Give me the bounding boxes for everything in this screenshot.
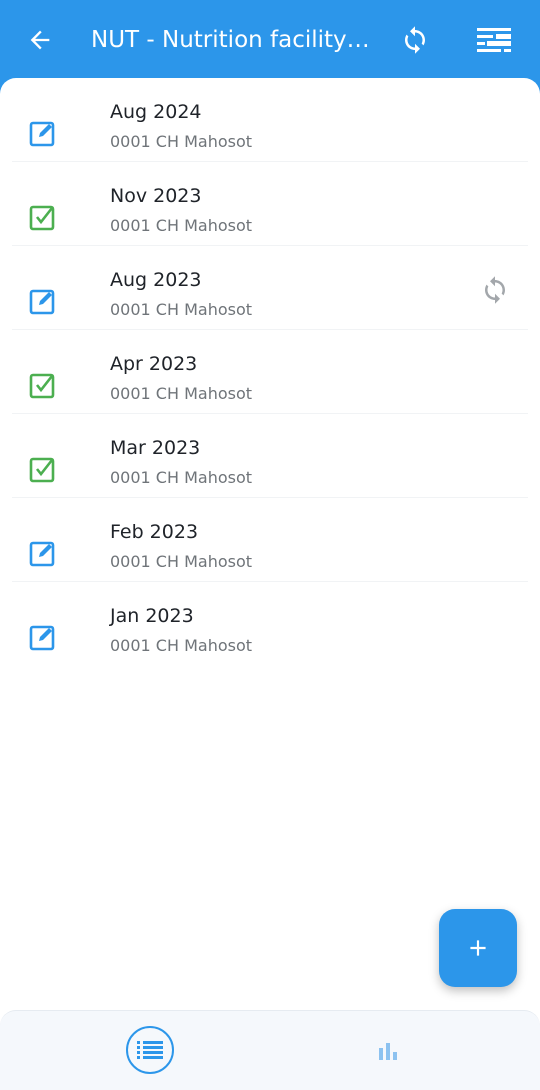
event-org-unit: 0001 CH Mahosot (110, 552, 253, 571)
page-title: NUT - Nutrition facility (... (91, 27, 376, 53)
sync-icon (405, 26, 425, 54)
plus-icon (470, 940, 486, 956)
sync-pending-icon[interactable] (480, 275, 510, 305)
edit-status-icon (29, 289, 55, 315)
edit-status-icon (29, 121, 55, 147)
list-item[interactable]: Aug 2023 0001 CH Mahosot (0, 246, 540, 330)
filter-button[interactable] (466, 12, 522, 68)
tab-list[interactable] (126, 1026, 174, 1074)
list-item[interactable]: Aug 2024 0001 CH Mahosot (0, 78, 540, 162)
event-org-unit: 0001 CH Mahosot (110, 216, 253, 235)
add-event-button[interactable] (439, 909, 517, 987)
list-item[interactable]: Apr 2023 0001 CH Mahosot (0, 330, 540, 414)
event-org-unit: 0001 CH Mahosot (110, 132, 253, 151)
event-period: Jan 2023 (110, 605, 194, 627)
edit-status-icon (29, 541, 55, 567)
event-org-unit: 0001 CH Mahosot (110, 384, 253, 403)
bottom-navigation (0, 1010, 540, 1090)
event-org-unit: 0001 CH Mahosot (110, 468, 253, 487)
event-period: Nov 2023 (110, 185, 202, 207)
list-item[interactable]: Mar 2023 0001 CH Mahosot (0, 414, 540, 498)
bar-chart-icon (379, 1043, 397, 1060)
list-item[interactable]: Feb 2023 0001 CH Mahosot (0, 498, 540, 582)
event-period: Apr 2023 (110, 353, 198, 375)
list-item[interactable]: Jan 2023 0001 CH Mahosot (0, 582, 540, 666)
completed-status-icon (29, 373, 55, 399)
list-icon (137, 1041, 163, 1059)
list-item[interactable]: Nov 2023 0001 CH Mahosot (0, 162, 540, 246)
event-period: Feb 2023 (110, 521, 199, 543)
event-period: Aug 2024 (110, 101, 202, 123)
sync-button[interactable] (387, 12, 443, 68)
tab-analytics[interactable] (362, 1025, 414, 1077)
edit-status-icon (29, 625, 55, 651)
event-org-unit: 0001 CH Mahosot (110, 636, 253, 655)
completed-status-icon (29, 205, 55, 231)
filter-icon (477, 28, 511, 52)
event-org-unit: 0001 CH Mahosot (110, 300, 253, 319)
event-list: Aug 2024 0001 CH Mahosot Nov 2023 0001 C… (0, 78, 540, 666)
arrow-back-icon (30, 30, 50, 50)
app-bar: NUT - Nutrition facility (... (0, 0, 540, 80)
event-period: Aug 2023 (110, 269, 202, 291)
event-period: Mar 2023 (110, 437, 201, 459)
back-button[interactable] (12, 12, 68, 68)
completed-status-icon (29, 457, 55, 483)
